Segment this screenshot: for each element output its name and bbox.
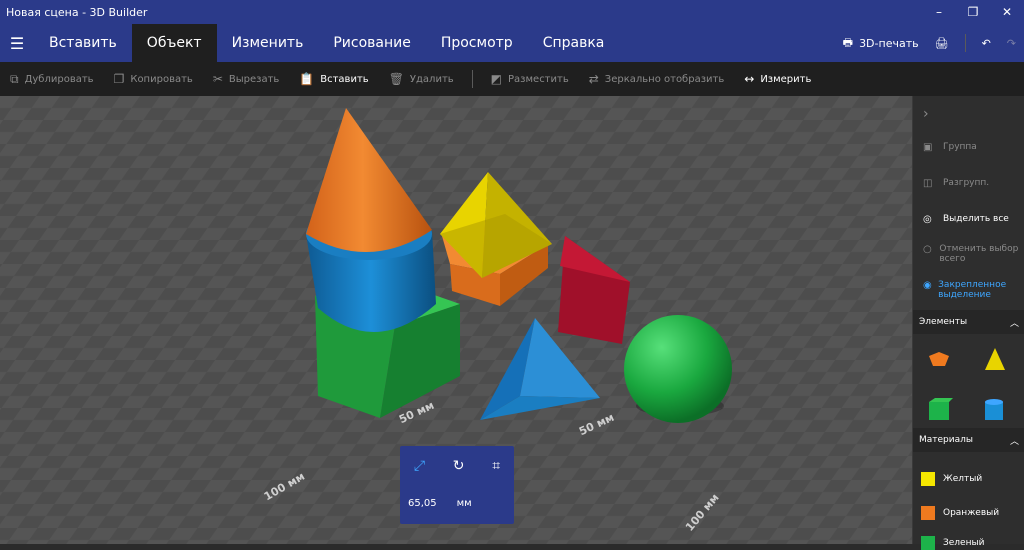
order-print-button[interactable]: 🖨 [927,24,957,62]
cut-label: Вырезать [228,73,280,85]
close-icon: ✕ [1001,5,1013,19]
swatch-green [921,536,935,550]
measure-value[interactable]: 65,05 [408,498,437,509]
duplicate-label: Дублировать [24,73,94,85]
title-bar: Новая сцена - 3D Builder – ❐ ✕ [0,0,1024,24]
tab-insert[interactable]: Вставить [34,24,132,62]
measure-unit: мм [456,498,472,509]
collapse-panel-button[interactable]: › [913,106,1024,122]
menu-divider [964,34,966,52]
measure-icon: ↔ [744,72,755,86]
group-button[interactable]: ▣ Группа [913,142,1024,153]
delete-icon: 🗑 [388,72,404,86]
place-icon: ◩ [490,72,503,86]
material-yellow[interactable]: Желтый [921,472,982,486]
mirror-icon: ⇄ [588,72,599,86]
elements-grid [929,348,1005,420]
ungroup-button[interactable]: ◫ Разгрупп. [913,178,1024,189]
transform-panel: ⤢ ↻ ⌗ 65,05 мм [400,446,514,524]
delete-button[interactable]: 🗑 Удалить [379,62,464,96]
delete-label: Удалить [409,73,454,85]
tab-view[interactable]: Просмотр [426,24,528,62]
menu-bar: ☰ Вставить Объект Изменить Рисование Про… [0,24,1024,62]
deselect-icon: ○ [923,244,932,255]
tab-edit[interactable]: Изменить [217,24,319,62]
group-label: Группа [943,142,977,152]
redo-button[interactable]: ↷ [999,24,1024,62]
material-green-label: Зеленый [943,538,985,548]
print-icon: 🖶 [842,35,854,49]
duplicate-icon: ⧉ [10,71,19,86]
object-toolbar: ⧉ Дублировать ❐ Копировать ✂ Вырезать 📋 Вста… [0,62,1024,96]
group-icon: ▣ [923,142,933,153]
place-button[interactable]: ◩ Разместить [481,62,579,96]
window-title: Новая сцена - 3D Builder [6,5,148,19]
deselect-all-button[interactable]: ○ Отменить выбор всего [913,244,1024,264]
material-green[interactable]: Зеленый [921,536,984,550]
paste-label: Вставить [320,73,369,85]
rotate-icon[interactable]: ↻ [453,458,465,474]
material-orange[interactable]: Оранжевый [921,506,999,520]
duplicate-button[interactable]: ⧉ Дублировать [0,62,104,96]
paste-icon: 📋 [299,72,315,86]
measure-button[interactable]: ↔ Измерить [734,62,821,96]
pin-icon: ◉ [923,280,932,291]
element-pyramid[interactable] [985,348,1005,370]
scale-icon[interactable]: ⤢ [414,458,425,474]
measure-label: Измерить [760,73,812,85]
swatch-orange [921,506,935,520]
order-print-icon: 🖨 [934,36,949,50]
minimize-button[interactable]: – [922,0,956,24]
tab-paint[interactable]: Рисование [318,24,426,62]
mirror-button[interactable]: ⇄ Зеркально отобразить [579,62,735,96]
select-all-button[interactable]: ◎ Выделить все [913,214,1024,225]
undo-icon: ↶ [981,36,991,50]
select-all-icon: ◎ [923,214,932,225]
deselect-all-label: Отменить выбор всего [939,244,1019,264]
tab-help[interactable]: Справка [528,24,620,62]
copy-label: Копировать [130,73,193,85]
elements-section-header[interactable]: Элементы ︿ [913,310,1024,334]
swatch-yellow [921,472,935,486]
materials-section-header[interactable]: Материалы ︿ [913,428,1024,452]
close-button[interactable]: ✕ [990,0,1024,24]
element-cylinder[interactable] [985,399,1003,420]
copy-button[interactable]: ❐ Копировать [104,62,203,96]
mirror-label: Зеркально отобразить [604,73,725,85]
ungroup-icon: ◫ [923,178,933,189]
print-3d-label: 3D-печать [859,36,919,50]
pinned-selection-label: Закрепленное выделение [938,280,1007,300]
chevron-up-icon: ︿ [1009,318,1019,329]
cut-icon: ✂ [212,72,223,86]
maximize-icon: ❐ [967,5,979,19]
tab-object[interactable]: Объект [131,24,217,62]
material-orange-label: Оранжевый [943,508,1000,518]
place-label: Разместить [508,73,569,85]
materials-header-label: Материалы [919,435,973,445]
material-yellow-label: Желтый [943,474,983,484]
right-panel: › ▣ Группа ◫ Разгрупп. ◎ Выделить все ○ Отме… [912,96,1024,550]
copy-icon: ❐ [113,72,125,86]
redo-icon: ↷ [1006,36,1016,50]
paste-button[interactable]: 📋 Вставить [289,62,378,96]
ungroup-label: Разгрупп. [943,178,990,188]
cut-button[interactable]: ✂ Вырезать [203,62,289,96]
pinned-selection-button[interactable]: ◉ Закрепленное выделение [913,280,1024,300]
elements-header-label: Элементы [919,317,968,327]
minimize-icon: – [936,5,942,19]
fit-icon[interactable]: ⌗ [492,458,500,474]
maximize-button[interactable]: ❐ [956,0,990,24]
element-prism[interactable] [929,352,949,366]
chevron-up-icon: ︿ [1009,436,1019,447]
print-3d-button[interactable]: 🖶 3D-печать [835,24,927,62]
select-all-label: Выделить все [943,214,1009,224]
hamburger-menu-icon[interactable]: ☰ [0,34,34,53]
toolbar-divider [471,70,473,88]
green-sphere[interactable] [624,315,732,423]
element-cube[interactable] [929,398,953,420]
undo-button[interactable]: ↶ [974,24,999,62]
chevron-right-icon: › [923,106,929,122]
